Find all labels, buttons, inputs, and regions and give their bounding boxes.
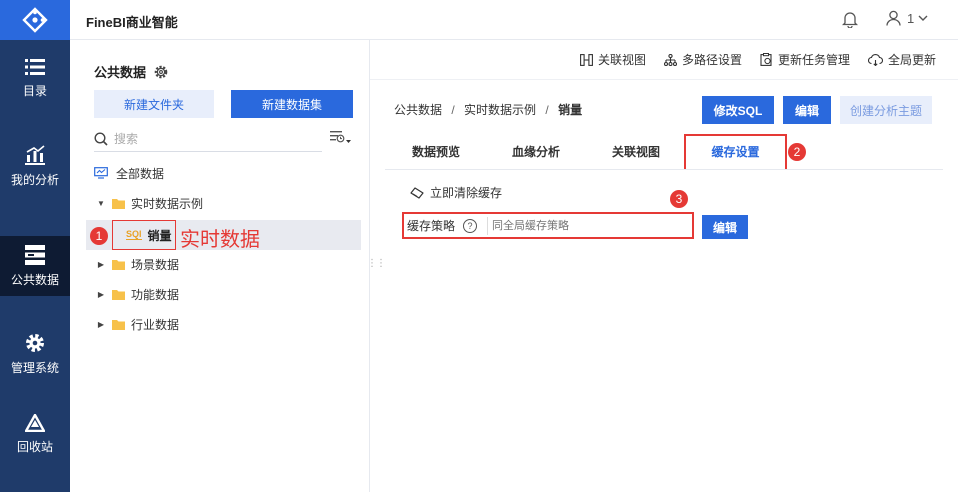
annotation-marker-1: 1 xyxy=(90,227,108,245)
global-update-button[interactable]: 全局更新 xyxy=(868,51,936,68)
filter-sort-icon xyxy=(330,131,351,143)
settings-icon[interactable] xyxy=(154,65,168,79)
panel-title: 公共数据 xyxy=(94,62,168,81)
breadcrumb: 公共数据 / 实时数据示例 / 销量 xyxy=(394,101,582,118)
clear-cache-button[interactable]: 立即清除缓存 xyxy=(410,184,502,201)
annotation-box-1 xyxy=(112,220,176,250)
tree-label: 场景数据 xyxy=(131,257,180,272)
hierarchy-icon xyxy=(663,53,677,66)
annotation-marker-3: 3 xyxy=(670,190,688,208)
app-title: FineBI商业智能 xyxy=(86,15,178,30)
edit-button[interactable]: 编辑 xyxy=(783,96,831,124)
nav-label: 公共数据 xyxy=(10,272,59,287)
breadcrumb-separator: / xyxy=(545,103,549,117)
breadcrumb-separator: / xyxy=(451,103,455,117)
tree-label: 功能数据 xyxy=(131,287,180,302)
folder-icon xyxy=(112,319,125,330)
nav-label: 回收站 xyxy=(16,439,53,454)
tree-folder-scene[interactable]: ▶ 场景数据 xyxy=(94,249,364,279)
chevron-down-icon xyxy=(918,15,928,21)
toolbar: 关联视图 多路径设置 更新任务管理 全局更新 xyxy=(370,40,958,80)
tab-relation-view[interactable]: 关联视图 xyxy=(595,134,677,170)
new-folder-button[interactable]: 新建文件夹 xyxy=(94,90,214,118)
left-nav: 目录 我的分析 公共数据 管理系统 回收站 xyxy=(0,0,70,492)
tab-bar: 数据预览 血缘分析 关联视图 缓存设置 xyxy=(385,134,943,170)
tab-cache-settings[interactable]: 缓存设置 xyxy=(684,134,787,169)
annotation-text: 实时数据 xyxy=(180,229,260,251)
resize-handle-icon[interactable]: ⋮⋮ xyxy=(367,258,386,269)
search-icon xyxy=(94,131,108,146)
edit-sql-button[interactable]: 修改SQL xyxy=(702,96,774,124)
search-box xyxy=(94,126,322,152)
user-menu[interactable]: 1 xyxy=(886,10,928,26)
eraser-icon xyxy=(410,186,424,199)
nav-item-catalog[interactable]: 目录 xyxy=(0,48,70,108)
nav-item-public-data[interactable]: 公共数据 xyxy=(0,236,70,296)
tree-label: 实时数据示例 xyxy=(131,196,204,211)
panel-title-text: 公共数据 xyxy=(94,65,147,80)
folder-icon xyxy=(112,259,125,270)
relation-view-button[interactable]: 关联视图 xyxy=(579,51,646,68)
tab-lineage[interactable]: 血缘分析 xyxy=(495,134,577,170)
tree-folder-function[interactable]: ▶ 功能数据 xyxy=(94,279,364,309)
breadcrumb-current: 销量 xyxy=(558,103,583,117)
tree-folder-realtime[interactable]: ▼ 实时数据示例 xyxy=(94,188,364,218)
recycle-icon xyxy=(25,413,45,432)
logo-icon xyxy=(22,7,48,33)
relation-icon xyxy=(579,53,593,66)
tool-label: 更新任务管理 xyxy=(777,53,850,67)
user-name: 1 xyxy=(907,10,915,26)
bell-icon xyxy=(841,12,859,29)
gear-icon xyxy=(26,333,44,352)
tree-item-all-data[interactable]: 全部数据 xyxy=(94,158,364,188)
edit-strategy-button[interactable]: 编辑 xyxy=(702,215,748,239)
caret-right-icon[interactable]: ▶ xyxy=(94,290,108,299)
multipath-button[interactable]: 多路径设置 xyxy=(663,51,742,68)
top-bar: FineBI商业智能 1 xyxy=(70,0,958,40)
create-topic-button[interactable]: 创建分析主题 xyxy=(840,96,932,124)
public-data-icon xyxy=(25,244,45,265)
nav-label: 管理系统 xyxy=(10,360,59,375)
notification-button[interactable] xyxy=(841,11,859,31)
help-icon[interactable]: ? xyxy=(463,218,478,233)
folder-icon xyxy=(112,289,125,300)
cache-strategy-field[interactable] xyxy=(487,216,692,235)
monitor-icon xyxy=(94,167,108,179)
breadcrumb-folder[interactable]: 实时数据示例 xyxy=(464,103,536,117)
left-panel: 公共数据 新建文件夹 新建数据集 全部数据 xyxy=(70,40,386,492)
cloud-update-icon xyxy=(868,53,883,66)
nav-item-recycle[interactable]: 回收站 xyxy=(0,404,70,464)
filter-button[interactable] xyxy=(330,130,352,147)
tree-label: 全部数据 xyxy=(116,166,165,181)
new-dataset-button[interactable]: 新建数据集 xyxy=(231,90,353,118)
tool-label: 多路径设置 xyxy=(681,53,742,67)
logo[interactable] xyxy=(0,0,70,40)
tree-label: 行业数据 xyxy=(131,317,180,332)
update-task-button[interactable]: 更新任务管理 xyxy=(760,51,850,68)
nav-label: 我的分析 xyxy=(10,172,59,187)
caret-right-icon[interactable]: ▶ xyxy=(94,260,108,269)
clear-cache-label: 立即清除缓存 xyxy=(430,186,503,200)
annotation-marker-2: 2 xyxy=(788,143,806,161)
nav-item-management[interactable]: 管理系统 xyxy=(0,324,70,384)
breadcrumb-root[interactable]: 公共数据 xyxy=(394,103,442,117)
search-input[interactable] xyxy=(114,131,304,146)
cache-strategy-label: 缓存策略 xyxy=(407,219,456,233)
nav-item-my-analysis[interactable]: 我的分析 xyxy=(0,136,70,196)
catalog-icon xyxy=(25,58,45,75)
caret-right-icon[interactable]: ▶ xyxy=(94,320,108,329)
task-icon xyxy=(760,53,772,66)
cache-strategy-row: 缓存策略 ? xyxy=(402,212,694,239)
tool-label: 关联视图 xyxy=(597,53,646,67)
user-icon xyxy=(886,10,901,26)
tool-label: 全局更新 xyxy=(887,53,936,67)
folder-icon xyxy=(112,198,125,209)
caret-down-icon[interactable]: ▼ xyxy=(94,199,108,208)
analysis-icon xyxy=(25,144,45,165)
tree-folder-industry[interactable]: ▶ 行业数据 xyxy=(94,309,364,339)
tab-data-preview[interactable]: 数据预览 xyxy=(395,134,477,170)
nav-label: 目录 xyxy=(22,83,47,98)
